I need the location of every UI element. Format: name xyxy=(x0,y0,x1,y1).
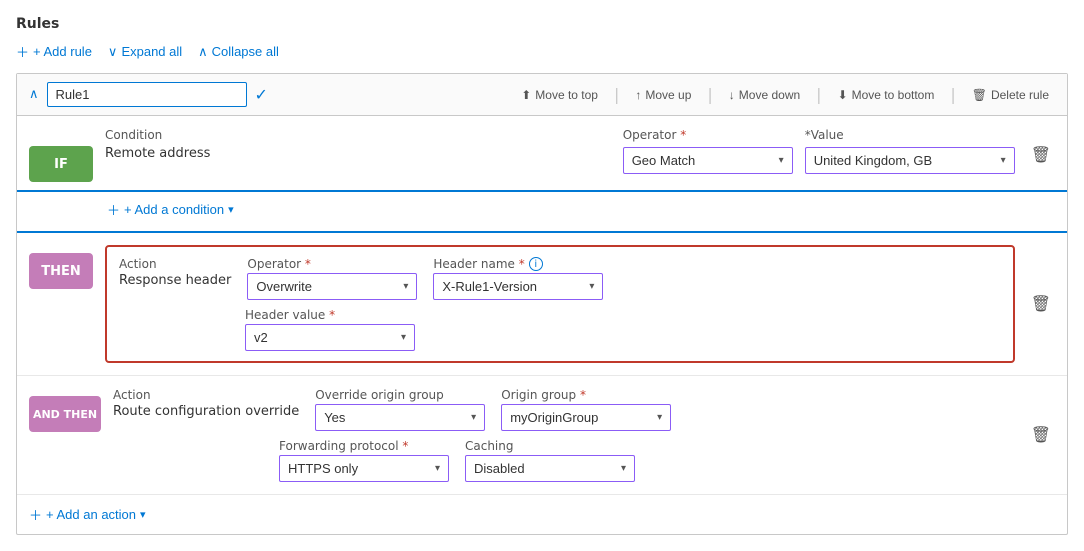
condition-value: Remote address xyxy=(105,146,210,161)
header-name-chevron: ▾ xyxy=(589,281,594,292)
collapse-rule-icon[interactable]: ∧ xyxy=(29,87,39,102)
collapse-all-button[interactable]: ∧ Collapse all xyxy=(198,44,279,60)
plus-icon: ＋ xyxy=(16,42,29,61)
caching-dropdown[interactable]: Disabled ▾ xyxy=(465,455,635,482)
origin-group-chevron: ▾ xyxy=(657,412,662,423)
action-value: Response header xyxy=(119,273,231,288)
move-to-top-icon: ⬆ xyxy=(521,88,531,102)
rule-header: ∧ ✓ ⬆ Move to top | ↑ Move up | ↓ Move d… xyxy=(17,74,1067,116)
header-name-info-icon[interactable]: i xyxy=(529,257,543,271)
header-value-label: Header value * xyxy=(245,308,415,322)
move-to-bottom-button[interactable]: ⬇ Move to bottom xyxy=(832,84,941,106)
header-value-chevron: ▾ xyxy=(401,332,406,343)
delete-rule-button[interactable]: 🗑 Delete rule xyxy=(966,84,1055,106)
expand-all-button[interactable]: ∨ Expand all xyxy=(108,44,182,60)
then-operator-chevron: ▾ xyxy=(403,281,408,292)
then-highlighted-box: Action Response header Operator * Overwr… xyxy=(105,245,1015,363)
delete-then-section-button[interactable]: 🗑 xyxy=(1027,290,1055,318)
move-down-icon: ↓ xyxy=(729,88,735,102)
override-origin-dropdown[interactable]: Yes ▾ xyxy=(315,404,485,431)
then-operator-label: Operator * xyxy=(247,257,417,271)
override-origin-label: Override origin group xyxy=(315,388,485,402)
collapse-icon: ∧ xyxy=(198,44,208,60)
add-condition-icon: ＋ xyxy=(107,200,120,219)
then-operator-dropdown[interactable]: Overwrite ▾ xyxy=(247,273,417,300)
forwarding-protocol-label: Forwarding protocol * xyxy=(279,439,449,453)
caching-chevron: ▾ xyxy=(621,463,626,474)
operator-dropdown-chevron: ▾ xyxy=(779,155,784,166)
operator-dropdown[interactable]: Geo Match ▾ xyxy=(623,147,793,174)
move-to-top-button[interactable]: ⬆ Move to top xyxy=(515,84,604,106)
caching-label: Caching xyxy=(465,439,635,453)
add-action-row: ＋ + Add an action ▾ xyxy=(17,495,1067,534)
and-then-action-value: Route configuration override xyxy=(113,404,299,419)
value-label: *Value xyxy=(805,128,844,142)
action-label: Action xyxy=(119,257,231,271)
confirm-rule-name-icon[interactable]: ✓ xyxy=(255,85,268,104)
delete-if-section-button[interactable]: 🗑 xyxy=(1027,141,1055,169)
rule-body: IF Condition Remote address Operator * xyxy=(17,116,1067,534)
and-then-section: AND THEN Action Route configuration over… xyxy=(17,376,1067,495)
if-section: IF Condition Remote address Operator * xyxy=(17,116,1067,192)
page-container: Rules ＋ + Add rule ∨ Expand all ∧ Collap… xyxy=(16,16,1068,535)
override-origin-chevron: ▾ xyxy=(471,412,476,423)
then-badge: THEN xyxy=(29,253,93,289)
add-condition-chevron: ▾ xyxy=(228,203,234,216)
move-up-button[interactable]: ↑ Move up xyxy=(629,84,697,106)
rule-card: ∧ ✓ ⬆ Move to top | ↑ Move up | ↓ Move d… xyxy=(16,73,1068,535)
header-name-label: Header name * xyxy=(433,257,524,271)
move-to-bottom-icon: ⬇ xyxy=(838,88,848,102)
add-condition-button[interactable]: ＋ + Add a condition xyxy=(107,200,224,219)
operator-label: Operator * xyxy=(623,128,687,142)
forwarding-protocol-chevron: ▾ xyxy=(435,463,440,474)
origin-group-label: Origin group * xyxy=(501,388,671,402)
delete-rule-icon: 🗑 xyxy=(972,88,987,102)
expand-icon: ∨ xyxy=(108,44,118,60)
then-section: THEN Action Response header Operator * O… xyxy=(17,233,1067,376)
and-then-badge: AND THEN xyxy=(29,396,101,432)
value-dropdown[interactable]: United Kingdom, GB ▾ xyxy=(805,147,1015,174)
rule-name-input[interactable] xyxy=(47,82,247,107)
and-then-action-label: Action xyxy=(113,388,299,402)
add-action-button[interactable]: ＋ + Add an action xyxy=(29,505,136,524)
header-name-dropdown[interactable]: X-Rule1-Version ▾ xyxy=(433,273,603,300)
condition-label: Condition xyxy=(105,128,162,142)
origin-group-dropdown[interactable]: myOriginGroup ▾ xyxy=(501,404,671,431)
add-action-chevron: ▾ xyxy=(140,508,146,521)
value-dropdown-chevron: ▾ xyxy=(1001,155,1006,166)
move-down-button[interactable]: ↓ Move down xyxy=(723,84,806,106)
header-value-dropdown[interactable]: v2 ▾ xyxy=(245,324,415,351)
if-badge: IF xyxy=(29,146,93,182)
add-rule-button[interactable]: ＋ + Add rule xyxy=(16,42,92,61)
add-condition-row: ＋ + Add a condition ▾ xyxy=(17,192,1067,233)
delete-and-then-button[interactable]: 🗑 xyxy=(1027,421,1055,449)
forwarding-protocol-dropdown[interactable]: HTTPS only ▾ xyxy=(279,455,449,482)
move-up-icon: ↑ xyxy=(635,88,641,102)
toolbar: ＋ + Add rule ∨ Expand all ∧ Collapse all xyxy=(16,42,1068,61)
page-title: Rules xyxy=(16,16,1068,32)
add-action-icon: ＋ xyxy=(29,505,42,524)
